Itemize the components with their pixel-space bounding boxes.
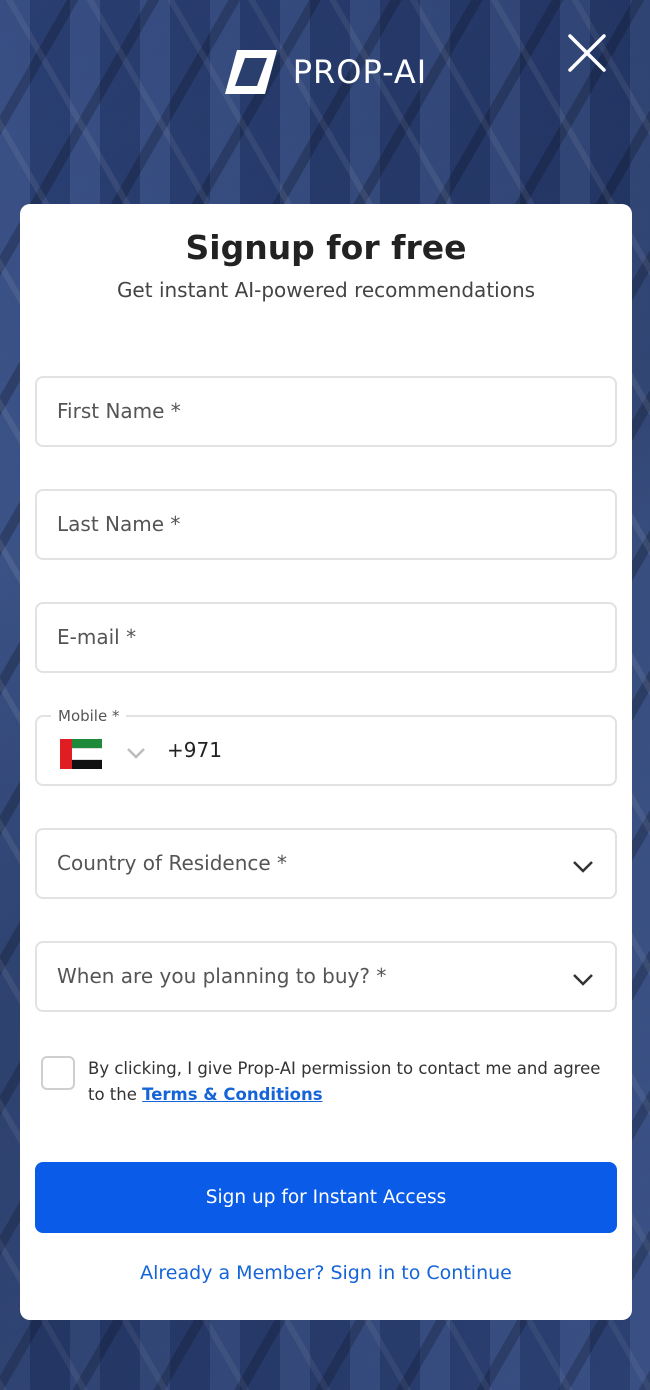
- country-placeholder: Country of Residence *: [57, 851, 288, 875]
- last-name-placeholder: Last Name *: [57, 512, 181, 536]
- email-placeholder: E-mail *: [57, 625, 137, 649]
- first-name-placeholder: First Name *: [57, 399, 181, 423]
- chevron-down-icon[interactable]: [125, 743, 147, 763]
- first-name-field[interactable]: First Name *: [35, 376, 617, 447]
- brand-name: PROP-AI: [292, 53, 428, 91]
- timeline-placeholder: When are you planning to buy? *: [57, 964, 387, 988]
- close-icon[interactable]: [566, 32, 608, 74]
- mobile-label: Mobile *: [51, 707, 127, 725]
- purchase-timeline-select[interactable]: When are you planning to buy? *: [35, 941, 617, 1012]
- consent-text: By clicking, I give Prop-AI permission t…: [88, 1056, 618, 1108]
- chevron-down-icon: [573, 974, 593, 986]
- signin-link[interactable]: Already a Member? Sign in to Continue: [20, 1262, 632, 1284]
- chevron-down-icon: [573, 861, 593, 873]
- signup-button[interactable]: Sign up for Instant Access: [35, 1162, 617, 1233]
- uae-flag-icon[interactable]: [60, 739, 102, 769]
- email-field[interactable]: E-mail *: [35, 602, 617, 673]
- page-subtitle: Get instant AI-powered recommendations: [116, 278, 536, 302]
- country-select[interactable]: Country of Residence *: [35, 828, 617, 899]
- page-title: Signup for free: [185, 228, 467, 267]
- signup-card: Signup for free Get instant AI-powered r…: [20, 204, 632, 1320]
- last-name-field[interactable]: Last Name *: [35, 489, 617, 560]
- dial-code: +971: [167, 738, 222, 762]
- terms-link[interactable]: Terms & Conditions: [142, 1085, 322, 1104]
- header: PROP-AI: [0, 0, 650, 150]
- logo-icon: [224, 50, 277, 94]
- consent-checkbox[interactable]: [41, 1056, 75, 1090]
- mobile-field[interactable]: Mobile * +971: [35, 707, 617, 786]
- brand-logo: PROP-AI: [0, 48, 650, 96]
